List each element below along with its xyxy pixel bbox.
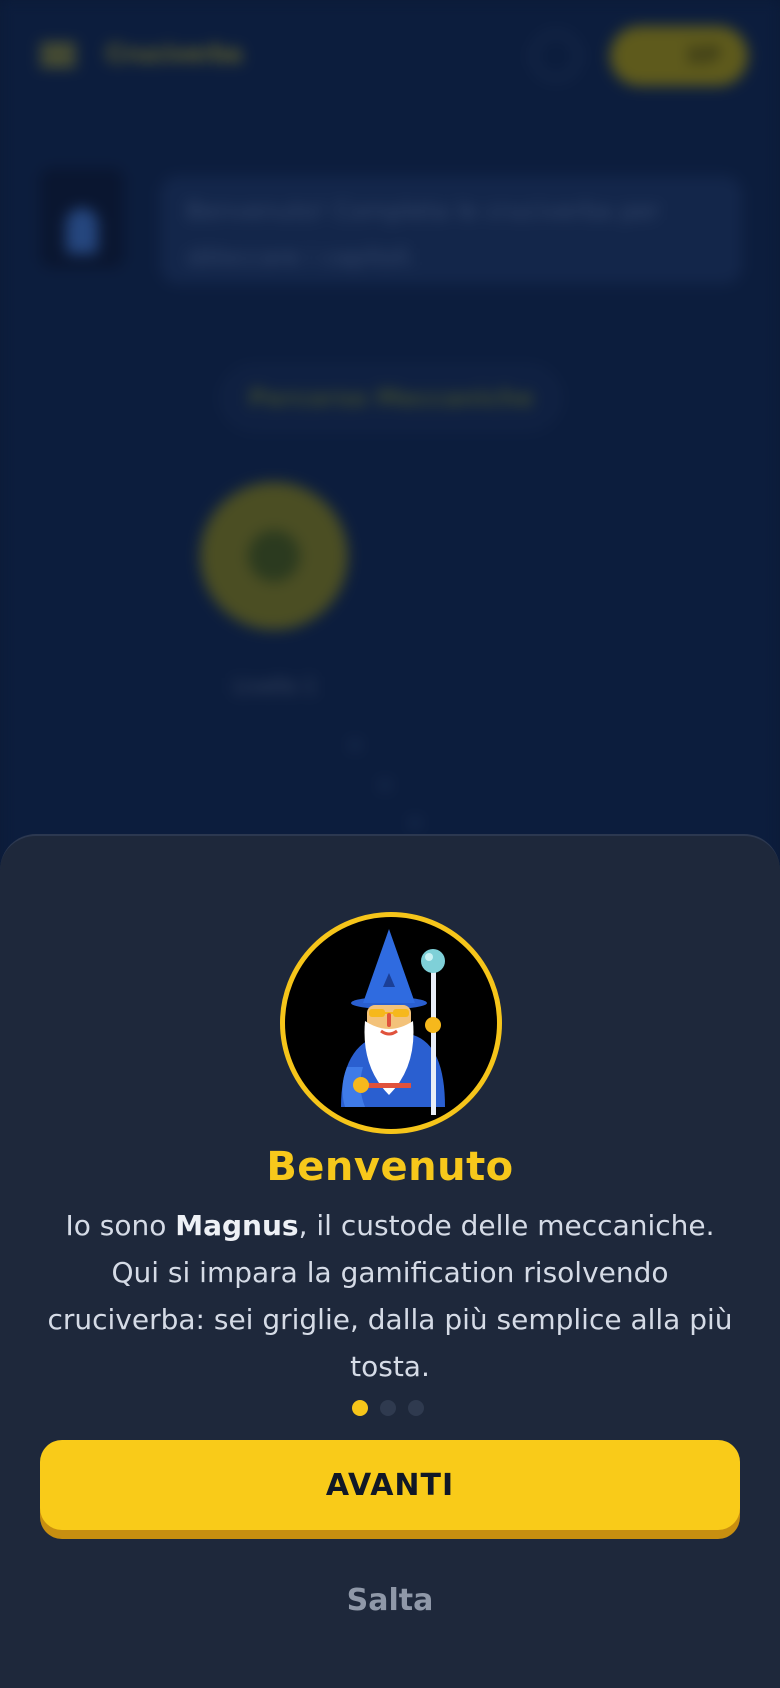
app-header: Cruciverba XP: [0, 0, 780, 110]
help-icon: [532, 32, 580, 80]
speech-bubble: Benvenuto! Completa le cruciverba per sb…: [160, 176, 742, 284]
level-node: [200, 482, 348, 630]
skip-button[interactable]: Salta: [300, 1576, 480, 1626]
hamburger-menu-icon: [40, 44, 76, 66]
pager-dot-3[interactable]: [408, 1400, 424, 1416]
body-prefix: Io sono: [65, 1209, 176, 1242]
app-title: Cruciverba: [106, 38, 242, 68]
onboarding-title: Benvenuto: [266, 1144, 514, 1190]
pager-dot-2[interactable]: [380, 1400, 396, 1416]
pager-dot-1[interactable]: [352, 1400, 368, 1416]
wizard-illustration: [341, 929, 445, 1115]
level-node-label: Livello 1: [233, 674, 317, 698]
mascot-name: Magnus: [175, 1209, 299, 1242]
pager-dots: [352, 1400, 430, 1416]
xp-badge: XP: [610, 26, 748, 86]
onboarding-body: Io sono Magnus, il custode delle meccani…: [38, 1202, 742, 1390]
path-pill: Percorso Meccaniche: [222, 366, 560, 430]
next-button[interactable]: AVANTI: [40, 1440, 740, 1530]
mascot-avatar: [40, 168, 124, 268]
path-dots: [330, 740, 450, 830]
onboarding-sheet: Benvenuto Io sono Magnus, il custode del…: [0, 834, 780, 1688]
wizard-mascot-icon: [280, 912, 502, 1134]
